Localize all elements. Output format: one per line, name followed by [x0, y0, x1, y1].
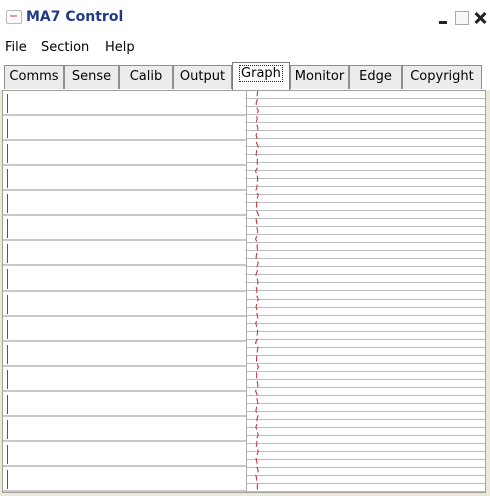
channel-row [3, 317, 246, 342]
tab-strip: Comms Sense Calib Output Graph Monitor E… [0, 60, 490, 90]
channel-row [3, 342, 246, 367]
channel-marker [7, 169, 8, 189]
signal-trace [254, 91, 260, 492]
tab-monitor[interactable]: Monitor [290, 65, 349, 89]
menu-file[interactable]: File [5, 40, 27, 55]
channel-marker [7, 219, 8, 239]
channel-marker [7, 119, 8, 139]
tab-sense-label: Sense [71, 69, 112, 84]
channel-row [3, 442, 246, 467]
channel-row [3, 166, 246, 192]
channel-row [3, 292, 246, 317]
tab-output-label: Output [179, 69, 226, 84]
close-icon[interactable] [473, 11, 487, 25]
channel-row [3, 241, 246, 267]
title-bar: MA7 Control [0, 0, 490, 34]
channel-marker [7, 419, 8, 439]
menu-bar: File Section Help [0, 34, 490, 60]
channel-row [3, 191, 246, 217]
window-title: MA7 Control [26, 9, 124, 25]
channel-row [3, 417, 246, 442]
channel-marker [7, 319, 8, 339]
channel-marker [7, 394, 8, 414]
channel-row [3, 116, 246, 142]
maximize-icon[interactable] [455, 11, 469, 25]
channel-marker [7, 294, 8, 314]
channel-row [3, 367, 246, 392]
channel-marker [7, 369, 8, 389]
tab-comms[interactable]: Comms [4, 65, 64, 89]
channel-marker [7, 144, 8, 164]
channel-row [3, 141, 246, 167]
graph-panel [2, 90, 486, 493]
tab-edge[interactable]: Edge [349, 65, 402, 89]
menu-section[interactable]: Section [41, 40, 89, 55]
menu-help[interactable]: Help [105, 40, 135, 55]
tab-copyright-label: Copyright [410, 69, 474, 84]
channel-list [3, 91, 246, 492]
trace-plot [246, 91, 485, 492]
channel-marker [7, 269, 8, 289]
tab-edge-label: Edge [359, 69, 392, 84]
channel-marker [7, 444, 8, 464]
app-icon [6, 10, 22, 24]
minimize-icon[interactable] [437, 11, 451, 25]
tab-calib[interactable]: Calib [119, 65, 173, 89]
channel-marker [7, 244, 8, 264]
tab-copyright[interactable]: Copyright [402, 65, 482, 89]
channel-row [3, 91, 246, 117]
channel-row [3, 216, 246, 242]
channel-marker [7, 194, 8, 214]
tab-graph-label: Graph [239, 65, 283, 82]
tab-monitor-label: Monitor [294, 69, 345, 84]
tab-comms-label: Comms [9, 69, 59, 84]
channel-row [3, 467, 246, 492]
channel-row [3, 392, 246, 417]
tab-sense[interactable]: Sense [64, 65, 119, 89]
channel-marker [7, 94, 8, 114]
trace-svg [254, 91, 260, 492]
channel-row [3, 266, 246, 292]
channel-marker [7, 469, 8, 489]
tab-calib-label: Calib [129, 69, 163, 84]
channel-marker [7, 344, 8, 364]
tab-graph[interactable]: Graph [232, 62, 290, 90]
tab-output[interactable]: Output [173, 65, 232, 89]
